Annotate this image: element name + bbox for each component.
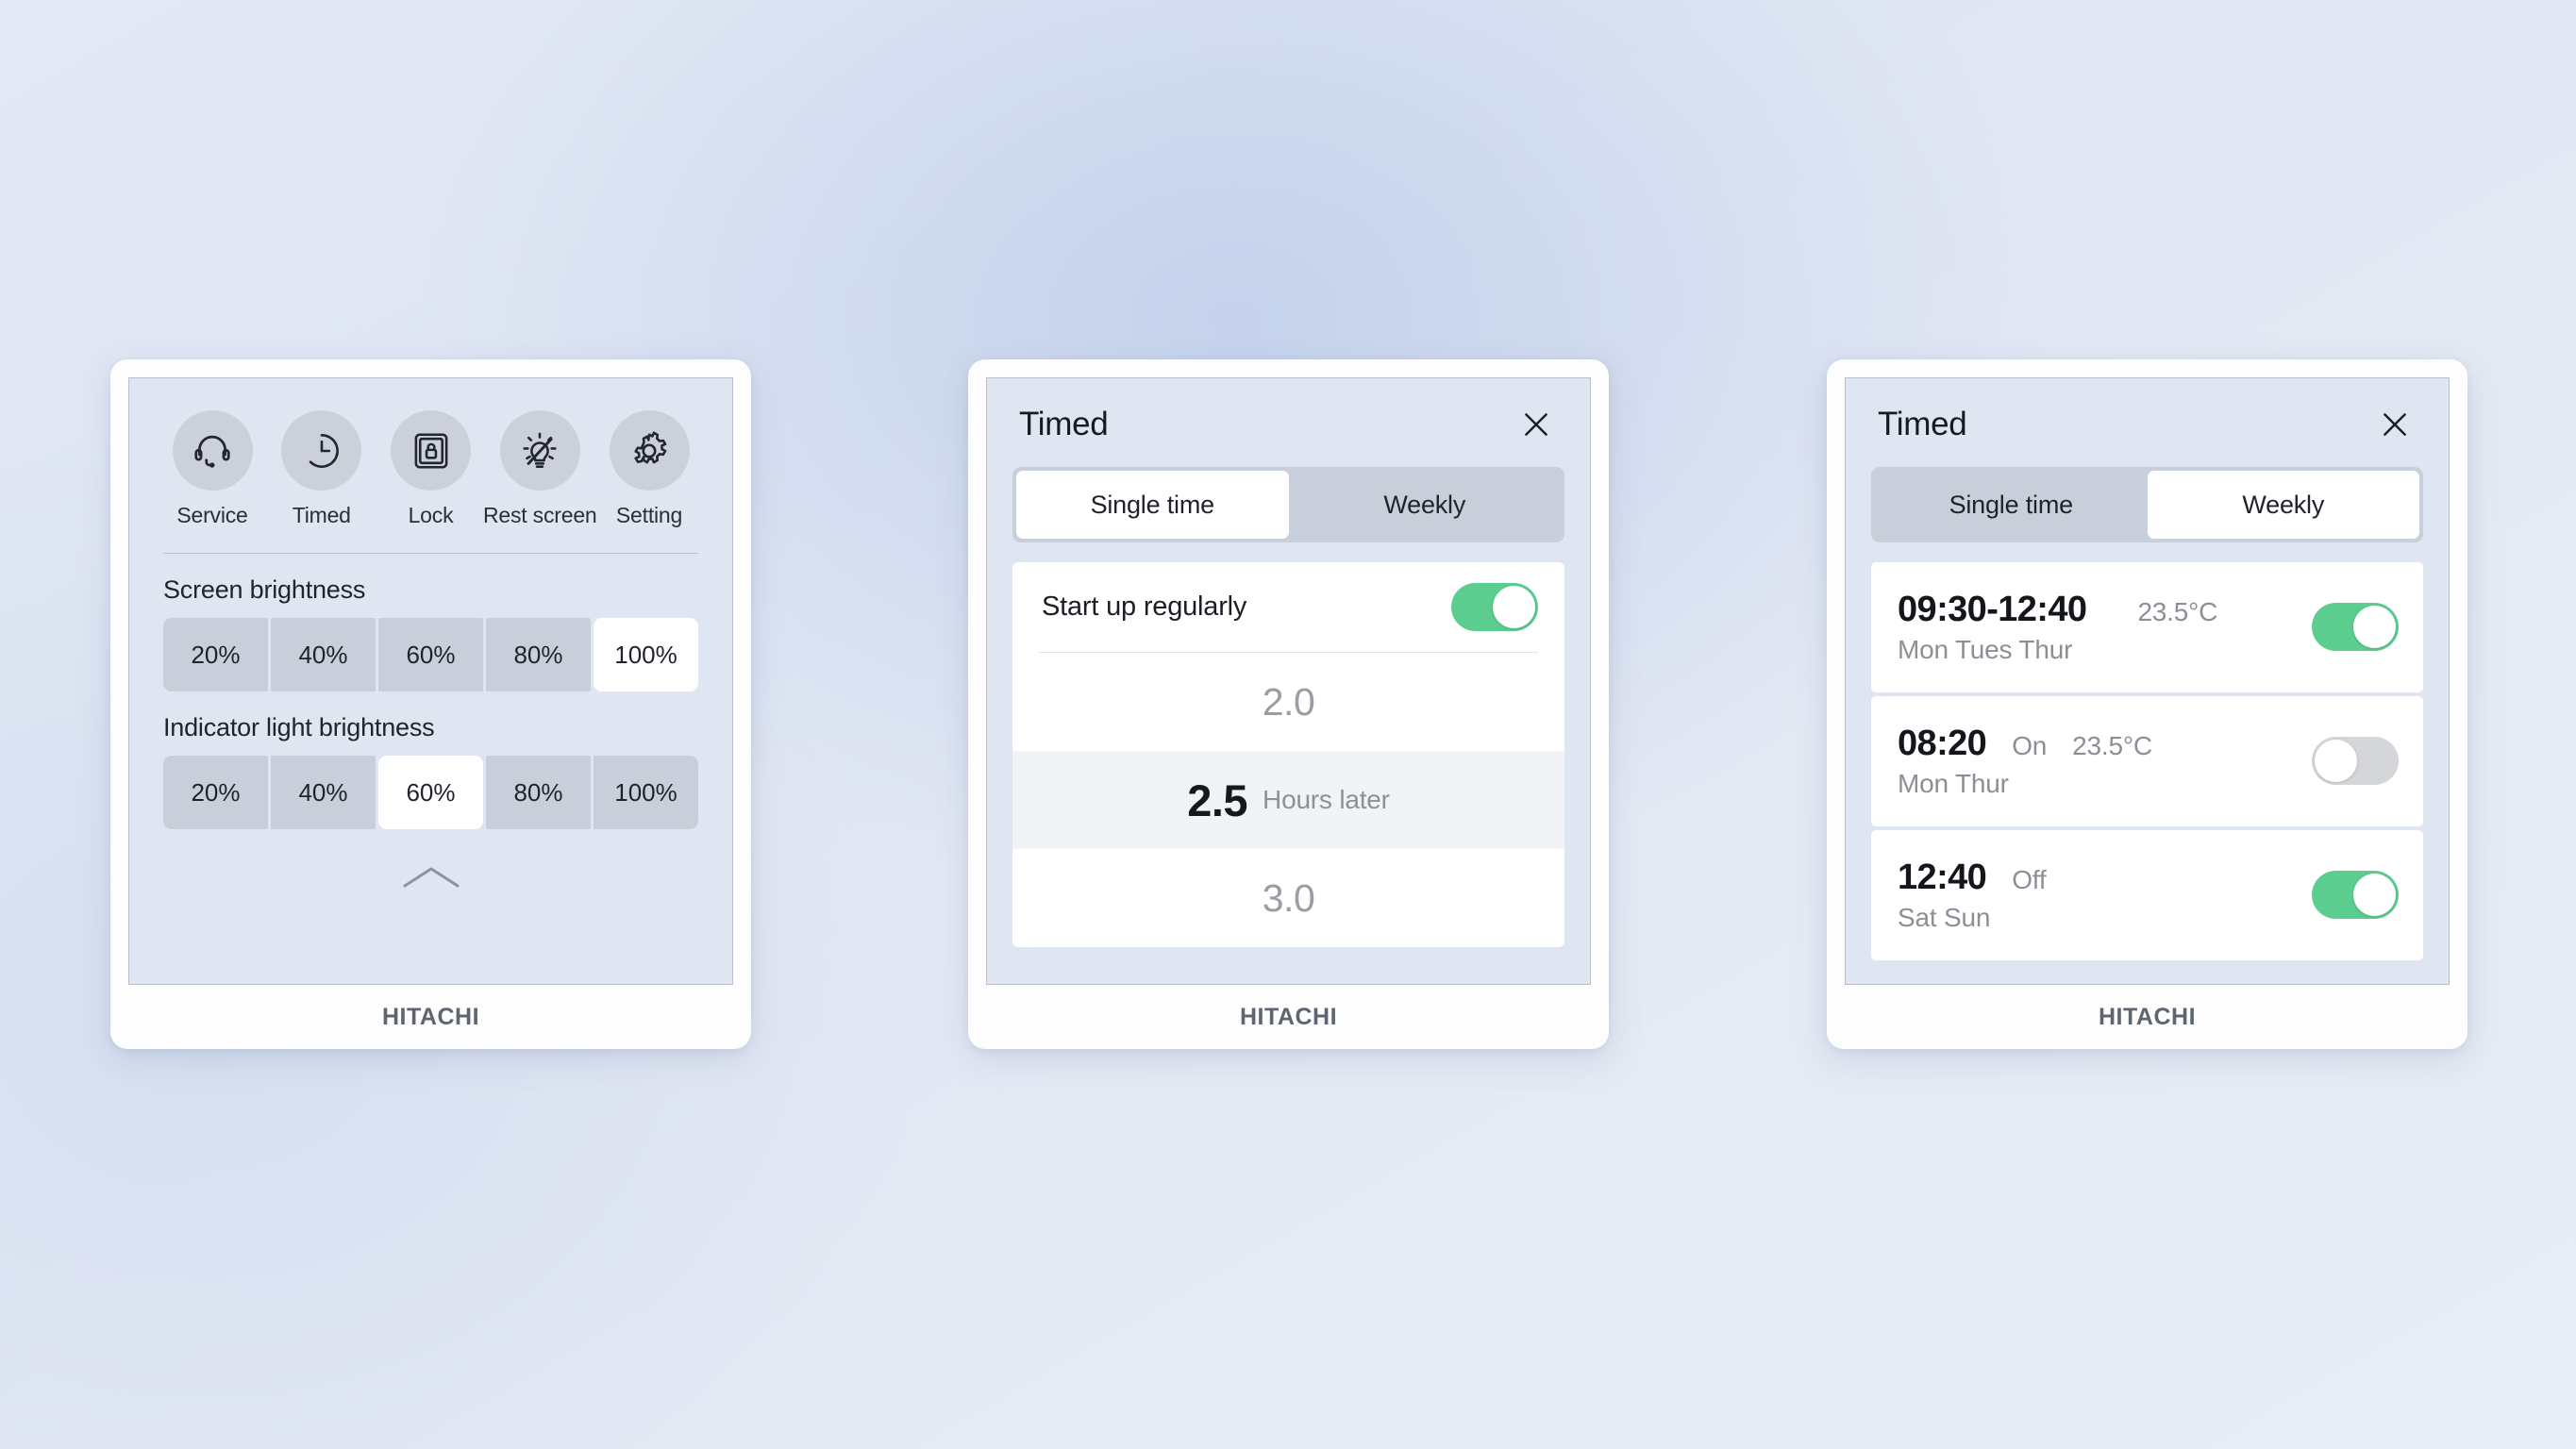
brand-bar: HITACHI bbox=[128, 985, 733, 1049]
quick-action-row: Service Timed Lock Rest screen Setting bbox=[129, 378, 732, 528]
schedule-row-info: 12:40 Off Sat Sun bbox=[1898, 858, 2071, 933]
tab-single-time[interactable]: Single time bbox=[1016, 471, 1289, 539]
schedule-list: 09:30-12:40 23.5°C Mon Tues Thur 08:20 O… bbox=[1871, 562, 2423, 960]
chevron-up-icon[interactable] bbox=[400, 861, 462, 893]
hours-picker-option-below[interactable]: 3.0 bbox=[1012, 849, 1564, 947]
start-up-regularly-toggle[interactable] bbox=[1451, 583, 1538, 631]
schedule-row-top: 12:40 Off bbox=[1898, 858, 2071, 898]
schedule-row-top: 09:30-12:40 23.5°C bbox=[1898, 590, 2217, 630]
hours-value: 2.0 bbox=[1262, 679, 1315, 724]
schedule-temperature: 23.5°C bbox=[2072, 730, 2152, 760]
quick-action-label: Service bbox=[176, 503, 248, 527]
close-icon[interactable] bbox=[2373, 403, 2417, 446]
schedule-row[interactable]: 12:40 Off Sat Sun bbox=[1871, 830, 2423, 960]
quick-action-label: Lock bbox=[408, 503, 454, 527]
bulb-off-icon bbox=[499, 410, 580, 491]
hours-value: 2.5 bbox=[1187, 774, 1248, 825]
indicator-brightness-option-80[interactable]: 80% bbox=[486, 756, 591, 829]
screenshot-stage: Service Timed Lock Rest screen Setting S… bbox=[0, 0, 2576, 1449]
gear-icon bbox=[609, 410, 690, 491]
timed-weekly-device: Timed Single time Weekly 09:30-12:40 23.… bbox=[1827, 359, 2467, 1049]
start-up-regularly-row: Start up regularly bbox=[1012, 562, 1564, 652]
screen-brightness-options: 20% 40% 60% 80% 100% bbox=[163, 618, 698, 691]
schedule-days: Mon Tues Thur bbox=[1898, 634, 2073, 664]
hours-value: 3.0 bbox=[1262, 875, 1315, 920]
quick-action-timed[interactable]: Timed bbox=[273, 410, 371, 528]
hours-picker-option-selected[interactable]: 2.5 Hours later bbox=[1012, 751, 1564, 849]
schedule-time: 08:20 bbox=[1898, 723, 1987, 763]
screen-brightness-option-100[interactable]: 100% bbox=[594, 618, 698, 691]
screen-brightness-option-20[interactable]: 20% bbox=[163, 618, 268, 691]
hitachi-logo: HITACHI bbox=[2098, 1003, 2197, 1030]
quick-action-label: Setting bbox=[615, 503, 683, 527]
indicator-brightness-option-20[interactable]: 20% bbox=[163, 756, 268, 829]
quick-action-label: Rest screen bbox=[483, 503, 597, 527]
hitachi-logo: HITACHI bbox=[381, 1003, 480, 1030]
indicator-brightness-option-60[interactable]: 60% bbox=[378, 756, 483, 829]
start-up-regularly-card: Start up regularly 2.0 2.5 Hours later 3… bbox=[1012, 562, 1564, 947]
screen-brightness-option-40[interactable]: 40% bbox=[271, 618, 376, 691]
page-title: Timed bbox=[1878, 406, 1967, 442]
quick-action-rest-screen[interactable]: Rest screen bbox=[483, 410, 597, 528]
quick-action-setting[interactable]: Setting bbox=[600, 410, 698, 528]
timed-weekly-screen: Timed Single time Weekly 09:30-12:40 23.… bbox=[1845, 377, 2450, 985]
section-divider bbox=[163, 553, 698, 554]
hitachi-logo: HITACHI bbox=[1239, 1003, 1338, 1030]
collapse-row bbox=[129, 861, 732, 893]
schedule-mode: On bbox=[2012, 730, 2048, 760]
indicator-brightness-options: 20% 40% 60% 80% 100% bbox=[163, 756, 698, 829]
control-center-screen: Service Timed Lock Rest screen Setting S… bbox=[128, 377, 733, 985]
schedule-temperature: 23.5°C bbox=[2137, 596, 2218, 626]
clock-timer-icon bbox=[281, 410, 362, 491]
schedule-row-top: 08:20 On 23.5°C bbox=[1898, 724, 2152, 764]
brand-bar: HITACHI bbox=[986, 985, 1591, 1049]
schedule-time: 09:30-12:40 bbox=[1898, 589, 2087, 629]
schedule-row-info: 08:20 On 23.5°C Mon Thur bbox=[1898, 724, 2152, 799]
toggle-knob bbox=[2353, 874, 2396, 916]
screen-brightness-option-60[interactable]: 60% bbox=[378, 618, 483, 691]
brand-bar: HITACHI bbox=[1845, 985, 2450, 1049]
timed-weekly-tabs: Single time Weekly bbox=[1871, 467, 2423, 542]
tab-single-time[interactable]: Single time bbox=[1875, 471, 2148, 539]
tab-weekly[interactable]: Weekly bbox=[2147, 471, 2419, 539]
schedule-time: 12:40 bbox=[1898, 857, 1987, 897]
indicator-brightness-option-40[interactable]: 40% bbox=[271, 756, 376, 829]
hours-picker-option-above[interactable]: 2.0 bbox=[1012, 653, 1564, 751]
timed-single-header: Timed bbox=[987, 378, 1590, 467]
control-center-device: Service Timed Lock Rest screen Setting S… bbox=[110, 359, 751, 1049]
close-icon[interactable] bbox=[1514, 403, 1558, 446]
quick-action-label: Timed bbox=[292, 503, 351, 527]
schedule-mode: Off bbox=[2012, 864, 2047, 894]
screen-brightness-option-80[interactable]: 80% bbox=[486, 618, 591, 691]
start-up-regularly-label: Start up regularly bbox=[1042, 591, 1247, 622]
schedule-days: Sat Sun bbox=[1898, 902, 1991, 932]
hours-unit-label: Hours later bbox=[1263, 785, 1390, 814]
tab-weekly[interactable]: Weekly bbox=[1289, 471, 1562, 539]
timed-single-screen: Timed Single time Weekly Start up regula… bbox=[986, 377, 1591, 985]
quick-action-service[interactable]: Service bbox=[163, 410, 261, 528]
toggle-knob bbox=[2315, 740, 2357, 782]
indicator-brightness-title: Indicator light brightness bbox=[163, 713, 435, 741]
page-title: Timed bbox=[1019, 406, 1109, 442]
timed-single-device: Timed Single time Weekly Start up regula… bbox=[968, 359, 1609, 1049]
quick-action-lock[interactable]: Lock bbox=[382, 410, 480, 528]
schedule-row[interactable]: 09:30-12:40 23.5°C Mon Tues Thur bbox=[1871, 562, 2423, 692]
indicator-brightness-option-100[interactable]: 100% bbox=[594, 756, 698, 829]
toggle-knob bbox=[1493, 586, 1535, 628]
schedule-toggle[interactable] bbox=[2312, 871, 2399, 919]
schedule-row-info: 09:30-12:40 23.5°C Mon Tues Thur bbox=[1898, 590, 2217, 665]
screen-lock-icon bbox=[391, 410, 471, 491]
schedule-toggle[interactable] bbox=[2312, 737, 2399, 785]
schedule-row[interactable]: 08:20 On 23.5°C Mon Thur bbox=[1871, 696, 2423, 826]
headset-icon bbox=[172, 410, 253, 491]
screen-brightness-title: Screen brightness bbox=[163, 575, 366, 604]
toggle-knob bbox=[2353, 606, 2396, 648]
timed-weekly-header: Timed bbox=[1846, 378, 2449, 467]
schedule-toggle[interactable] bbox=[2312, 603, 2399, 651]
timed-single-tabs: Single time Weekly bbox=[1012, 467, 1564, 542]
schedule-days: Mon Thur bbox=[1898, 768, 2009, 798]
